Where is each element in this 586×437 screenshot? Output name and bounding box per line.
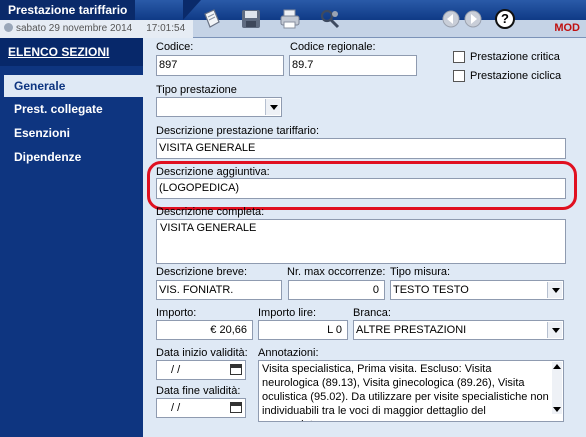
calendar-icon[interactable] xyxy=(230,402,242,413)
tipo-prestazione-label: Tipo prestazione xyxy=(156,84,237,96)
descrizione-tariffario-label: Descrizione prestazione tariffario: xyxy=(156,125,320,137)
codice-regionale-input[interactable]: 89.7 xyxy=(289,55,417,76)
section-sidebar: ELENCO SEZIONI Generale Prest. collegate… xyxy=(0,38,143,437)
window-title: Prestazione tariffario xyxy=(0,0,136,20)
descrizione-completa-textarea[interactable]: VISITA GENERALE xyxy=(156,219,566,264)
help-icon[interactable]: ? xyxy=(494,8,516,30)
sidebar-item-prest-collegate[interactable]: Prest. collegate xyxy=(4,98,143,120)
tipo-misura-label: Tipo misura: xyxy=(390,266,451,278)
scroll-up-icon[interactable] xyxy=(553,364,561,369)
highlight-annotation xyxy=(147,161,577,210)
codice-label: Codice: xyxy=(156,41,194,53)
back-arrow-icon[interactable] xyxy=(440,8,462,30)
forward-arrow-icon[interactable] xyxy=(462,8,484,30)
tools-icon[interactable] xyxy=(319,8,341,30)
data-fine-input[interactable]: / / xyxy=(156,398,246,418)
data-inizio-value: / / xyxy=(171,364,181,376)
tipo-prestazione-select[interactable] xyxy=(156,97,282,117)
descrizione-breve-input[interactable]: VIS. FONIATR. xyxy=(156,280,282,300)
data-fine-label: Data fine validità: xyxy=(156,385,241,397)
note-icon[interactable] xyxy=(201,8,223,30)
title-tab-edge xyxy=(183,0,201,20)
scroll-down-icon[interactable] xyxy=(553,407,561,412)
importo-input[interactable]: € 20,66 xyxy=(156,320,253,340)
mode-badge: MOD xyxy=(554,22,580,34)
branca-value: ALTRE PRESTAZIONI xyxy=(356,324,467,336)
chevron-down-icon[interactable] xyxy=(265,99,280,115)
date-text: sabato 29 novembre 2014 xyxy=(16,23,133,34)
prestazione-ciclica-checkbox[interactable] xyxy=(453,70,465,82)
annotazioni-scrollbar[interactable] xyxy=(552,362,562,414)
print-icon[interactable] xyxy=(279,8,301,30)
branca-label: Branca: xyxy=(353,307,391,319)
nr-max-occorrenze-input[interactable]: 0 xyxy=(288,280,385,300)
annotazioni-value: Visita specialistica, Prima visita. Escl… xyxy=(262,363,549,421)
codice-input[interactable]: 897 xyxy=(156,55,284,76)
chevron-down-icon[interactable] xyxy=(547,282,562,298)
descrizione-tariffario-input[interactable]: VISITA GENERALE xyxy=(156,138,566,159)
data-inizio-input[interactable]: / / xyxy=(156,360,246,380)
datetime-display: sabato 29 novembre 2014 17:01:54 xyxy=(0,20,193,38)
prestazione-ciclica-label: Prestazione ciclica xyxy=(470,70,562,82)
sidebar-heading: ELENCO SEZIONI xyxy=(0,38,143,66)
data-fine-value: / / xyxy=(171,402,181,414)
tipo-misura-value: TESTO TESTO xyxy=(393,284,469,296)
sidebar-item-esenzioni[interactable]: Esenzioni xyxy=(4,122,143,144)
importo-lire-label: Importo lire: xyxy=(258,307,317,319)
help-label: ? xyxy=(501,11,509,26)
prestazione-critica-checkbox[interactable] xyxy=(453,51,465,63)
sidebar-item-dipendenze[interactable]: Dipendenze xyxy=(4,146,143,168)
descrizione-completa-label: Descrizione completa: xyxy=(156,206,265,218)
codice-regionale-label: Codice regionale: xyxy=(290,41,376,53)
save-icon[interactable] xyxy=(240,8,262,30)
nr-max-occorrenze-label: Nr. max occorrenze: xyxy=(287,266,386,278)
sidebar-item-generale[interactable]: Generale xyxy=(4,75,143,97)
prestazione-critica-label: Prestazione critica xyxy=(470,51,560,63)
calendar-icon[interactable] xyxy=(230,364,242,375)
importo-label: Importo: xyxy=(156,307,197,319)
tipo-misura-select[interactable]: TESTO TESTO xyxy=(390,280,564,300)
data-inizio-label: Data inizio validità: xyxy=(156,347,248,359)
descrizione-breve-label: Descrizione breve: xyxy=(156,266,248,278)
clock-icon xyxy=(4,23,13,32)
branca-select[interactable]: ALTRE PRESTAZIONI xyxy=(353,320,564,340)
annotazioni-label: Annotazioni: xyxy=(258,347,319,359)
annotazioni-textarea[interactable]: Visita specialistica, Prima visita. Escl… xyxy=(258,360,564,422)
chevron-down-icon[interactable] xyxy=(547,322,562,338)
time-text: 17:01:54 xyxy=(146,23,186,34)
importo-lire-input[interactable]: L 0 xyxy=(258,320,348,340)
